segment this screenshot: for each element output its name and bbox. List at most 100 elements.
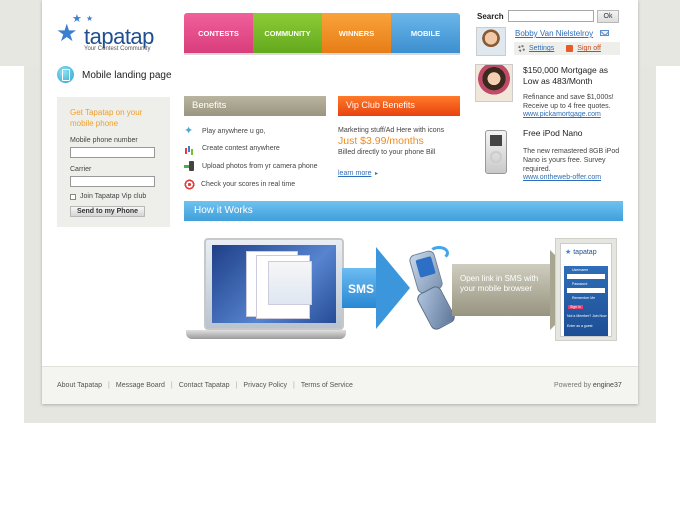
carrier-label: Carrier [70,166,92,173]
main-nav: CONTESTS COMMUNITY WINNERS MOBILE [184,13,460,55]
logo-star-tiny-icon: ★ [86,14,94,23]
footer-separator: | [170,382,173,389]
footer-links: About Tapatap | Message Board | Contact … [57,382,353,389]
nav-tab-community[interactable]: COMMUNITY [253,13,322,53]
phone-upload-icon [184,160,196,172]
logo-star-icon: ★ [56,20,78,47]
get-mobile-panel: Get Tapatap on your mobile phone Mobile … [57,97,170,227]
engine37-link[interactable]: engine37 [593,382,622,389]
star-icon: ✦ [184,124,194,137]
user-name-link[interactable]: Bobby Van Nielstelroy [515,29,593,38]
footer-link-terms[interactable]: Terms of Service [301,382,353,389]
footer-separator: | [235,382,238,389]
target-icon [184,178,195,190]
footer-link-about[interactable]: About Tapatap [57,382,102,389]
user-avatar[interactable] [476,27,506,56]
ipod-ad-text: The new remastered 8GB iPod Nano is your… [523,148,620,173]
laptop-base [186,330,346,339]
page-title: Mobile landing page [82,70,172,81]
mobile-signin-button: Sign in [568,305,583,309]
laptop-screen [212,245,336,323]
mobile-username-label: Username [572,268,589,272]
benefits-header: Benefits [184,96,326,116]
phone-number-input[interactable] [70,147,155,158]
mobile-password-label: Password [572,282,588,286]
powered-by: Powered by engine37 [554,382,622,389]
screen-window [268,261,312,305]
footer-separator: | [292,382,295,389]
ipod-ad-link[interactable]: www.ontheweb-offer.com [523,174,601,181]
footer-link-contact[interactable]: Contact Tapatap [179,382,230,389]
mobile-logo-star-icon: ★ [565,249,572,256]
mobile-preview-logo: ★ tapatap [565,248,597,256]
nav-tab-winners[interactable]: WINNERS [322,13,391,53]
nav-tab-mobile[interactable]: MOBILE [391,13,460,53]
mobile-logo-text: tapatap [573,249,597,256]
sms-label: SMS [348,282,375,296]
mobile-member-text: Not a Member? Join Now [567,314,607,318]
sign-off-icon [566,45,574,52]
mobile-username-field [567,274,605,279]
laptop-illustration [204,238,344,330]
search-button[interactable]: Ok [597,10,619,23]
vip-club-checkbox[interactable] [70,193,76,200]
open-link-label: Open link in SMS with your mobile browse… [460,274,539,293]
vip-billing-text: Billed directly to your phone Bill [338,149,436,156]
mobile-page-icon [57,66,74,83]
benefit-text: Upload photos from yr camera phone [202,162,318,170]
logo-star-small-icon: ★ [72,13,82,25]
benefit-item: Create contest anywhere [184,142,334,154]
page-container: ★ ★ ★ tapatap Your Contest Community CON… [42,0,638,404]
vip-club-option: Join Tapatap Vip club [70,193,157,200]
mobile-password-field [567,288,605,293]
site-logo[interactable]: ★ ★ ★ tapatap Your Contest Community [54,12,164,54]
phone-number-label: Mobile phone number [70,137,138,144]
arrow-right-icon: ▸ [375,171,379,177]
powered-by-text: Powered by [554,382,591,389]
mortgage-ad-image[interactable] [475,64,513,102]
ipod-icon [485,130,507,174]
how-it-works-header: How it Works [184,201,623,221]
sms-arrow: SMS [342,247,410,329]
mobile-guest-text: Enter as a guest [567,324,593,328]
benefit-text: Check your scores in real time [201,180,296,188]
sign-off-link[interactable]: Sign off [577,45,601,52]
get-mobile-title: Get Tapatap on your mobile phone [70,108,143,128]
mobile-login-form: Username Password Remember Me Sign in No… [564,266,608,336]
mobile-site-preview: ★ tapatap Username Password Remember Me … [555,238,617,341]
mobile-remember-label: Remember Me [572,296,596,300]
learn-more-link[interactable]: learn more [338,170,371,177]
mortgage-ad-link[interactable]: www.pickamortgage.com [523,111,601,118]
benefit-item: Check your scores in real time [184,178,334,190]
vip-marketing-text: Marketing stuff/Ad Here with icons [338,127,445,134]
benefit-item: ✦ Play anywhere u go, [184,125,334,137]
ipod-screen [490,135,502,146]
ipod-wheel [490,151,502,163]
vip-club-checkbox-label: Join Tapatap Vip club [80,193,147,200]
user-links-bar: Settings Sign off [514,42,620,55]
vip-club-header: Vip Club Benefits [338,96,460,116]
vip-price: Just $3.99/months [338,135,424,147]
nav-tab-contests[interactable]: CONTESTS [184,13,253,53]
benefit-text: Play anywhere u go, [202,127,266,135]
ipod-ad-image[interactable] [475,128,515,178]
footer-link-message-board[interactable]: Message Board [116,382,165,389]
carrier-input[interactable] [70,176,155,187]
logo-tagline: Your Contest Community [84,46,151,52]
search-label: Search [477,12,504,21]
footer-link-privacy[interactable]: Privacy Policy [243,382,287,389]
footer: About Tapatap | Message Board | Contact … [42,366,638,404]
mortgage-ad-title[interactable]: $150,000 Mortgage as Low as 483/Month [523,65,623,87]
mail-icon[interactable] [600,30,609,36]
footer-separator: | [108,382,110,389]
benefit-item: Upload photos from yr camera phone [184,160,334,172]
send-to-phone-button[interactable]: Send to my Phone [70,206,145,217]
search-input[interactable] [508,10,594,22]
sms-arrow-head [376,247,410,329]
mobile-preview-screen: ★ tapatap Username Password Remember Me … [560,243,612,337]
settings-link[interactable]: Settings [529,45,554,52]
chart-icon [184,143,196,154]
benefit-text: Create contest anywhere [202,144,280,152]
ipod-ad-title[interactable]: Free iPod Nano [523,128,623,139]
gear-icon [518,45,525,52]
